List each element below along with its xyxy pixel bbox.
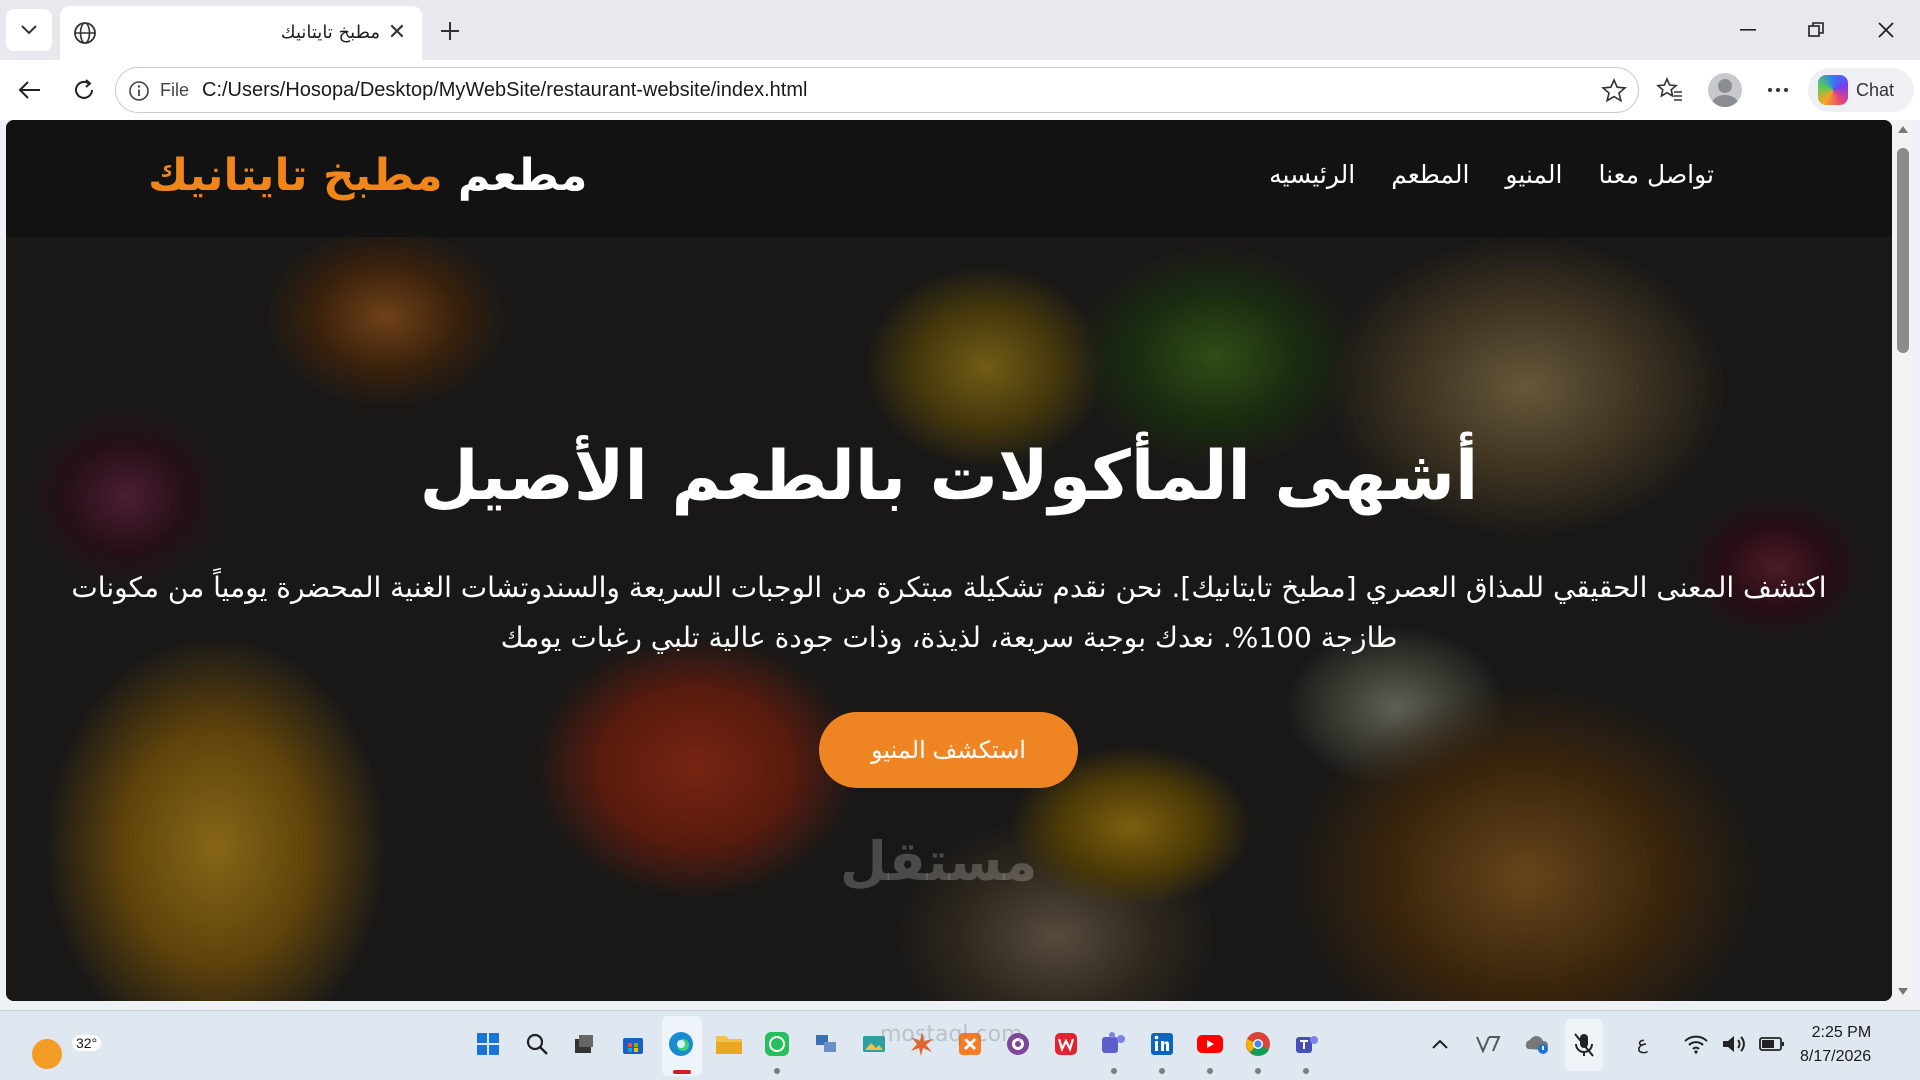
weather-widget[interactable]: 32° [28, 1025, 102, 1069]
nav-link-contact[interactable]: تواصل معنا [1598, 160, 1714, 189]
more-options-button[interactable] [1758, 70, 1798, 110]
microphone-muted-icon [1574, 1033, 1594, 1057]
hero-title: أشهى المأكولات بالطعم الأصيل [419, 437, 1479, 516]
new-tab-button[interactable] [432, 14, 468, 48]
teams-classic-running-dot [1303, 1068, 1309, 1074]
youtube-running-dot [1207, 1068, 1213, 1074]
favorites-list-icon [1656, 77, 1682, 101]
globe-icon [74, 22, 96, 44]
teams-classic-icon[interactable] [1290, 1028, 1322, 1060]
teams-running-dot [1111, 1068, 1117, 1074]
search-icon[interactable] [521, 1028, 553, 1060]
windows-start-icon[interactable] [472, 1028, 504, 1060]
microphone-muted-button[interactable] [1565, 1019, 1603, 1071]
copilot-icon [1818, 75, 1848, 105]
copilot-chat-label: Chat [1856, 79, 1895, 100]
reload-button[interactable] [64, 70, 104, 110]
address-scheme-label: File [160, 80, 190, 100]
reload-icon [75, 79, 93, 99]
close-icon [1878, 22, 1894, 38]
chrome-running-dot [1255, 1068, 1261, 1074]
sun-icon [32, 1039, 62, 1069]
site-nav: الرئيسيه المطعم المنيو تواصل معنا [1269, 160, 1714, 189]
site-header: مطعم مطبخ تايتانيك الرئيسيه المطعم المني… [6, 120, 1892, 237]
tab-list-button[interactable] [6, 9, 52, 51]
logo-part-white: مطعم [457, 150, 588, 201]
browser-toolbar: File C:/Users/Hosopa/Desktop/MyWebSite/r… [0, 60, 1920, 120]
favorite-star-icon[interactable] [1600, 77, 1628, 105]
onedrive-status-icon[interactable] [1520, 1028, 1552, 1060]
nav-link-menu[interactable]: المنيو [1505, 160, 1562, 189]
teams-icon[interactable] [1098, 1028, 1130, 1060]
minimize-icon [1740, 29, 1756, 31]
site-logo[interactable]: مطعم مطبخ تايتانيك [148, 150, 587, 201]
copilot-chat-button[interactable]: Chat [1808, 68, 1914, 112]
mostaql-watermark-url: mostaql.com [880, 1022, 1023, 1047]
minimize-button[interactable] [1723, 10, 1773, 50]
edge-active-indicator [673, 1070, 691, 1074]
whatsapp-running-dot [774, 1068, 780, 1074]
avatar-body [1712, 95, 1738, 107]
browser-tabstrip: مطبخ تايتانيك ✕ [0, 0, 1920, 60]
clock-date: 8/17/2026 [1800, 1048, 1872, 1065]
logo-part-orange: مطبخ تايتانيك [148, 150, 443, 201]
tab-close-icon[interactable]: ✕ [384, 19, 410, 45]
nav-link-restaurant[interactable]: المطعم [1391, 160, 1469, 189]
hero-description: اكتشف المعنى الحقيقي للمذاق العصري [مطبخ… [71, 571, 1827, 654]
explore-menu-button[interactable]: استكشف المنيو [819, 712, 1078, 788]
address-bar[interactable]: File C:/Users/Hosopa/Desktop/MyWebSite/r… [115, 67, 1639, 113]
close-window-button[interactable] [1861, 10, 1911, 50]
tray-app-icon[interactable] [1472, 1028, 1504, 1060]
clock-time: 2:25 PM [1811, 1024, 1872, 1041]
chevron-down-icon [21, 25, 37, 35]
network-app-icon[interactable] [810, 1028, 842, 1060]
input-language-indicator[interactable]: ع [1637, 1033, 1648, 1054]
taskbar-clock[interactable]: 2:25 PM 8/17/2026 [1800, 1021, 1871, 1069]
profile-avatar[interactable] [1708, 73, 1742, 107]
mostaql-watermark: مستقل [840, 830, 1038, 893]
edge-icon[interactable] [665, 1028, 697, 1060]
volume-icon[interactable] [1718, 1028, 1750, 1060]
tray-overflow-chevron-icon[interactable] [1424, 1028, 1456, 1060]
microsoft-store-icon[interactable] [617, 1028, 649, 1060]
wifi-icon[interactable] [1680, 1028, 1712, 1060]
browser-tab[interactable]: مطبخ تايتانيك ✕ [60, 6, 422, 60]
avatar-head [1718, 79, 1732, 93]
chrome-icon[interactable] [1242, 1028, 1274, 1060]
whatsapp-icon[interactable] [761, 1028, 793, 1060]
favorites-button[interactable] [1650, 70, 1690, 110]
file-explorer-icon[interactable] [713, 1028, 745, 1060]
linkedin-icon[interactable] [1146, 1028, 1178, 1060]
battery-icon[interactable] [1756, 1028, 1788, 1060]
wps-office-icon[interactable] [1050, 1028, 1082, 1060]
task-view-icon[interactable] [568, 1028, 600, 1060]
arrow-left-icon [18, 81, 40, 99]
restore-button[interactable] [1791, 10, 1841, 50]
scroll-down-arrow-icon[interactable] [1897, 987, 1909, 997]
youtube-icon[interactable] [1194, 1028, 1226, 1060]
nav-link-home[interactable]: الرئيسيه [1269, 160, 1355, 189]
back-button[interactable] [10, 70, 50, 110]
more-horizontal-icon [1768, 88, 1788, 92]
linkedin-running-dot [1159, 1068, 1165, 1074]
restore-icon [1808, 22, 1824, 37]
address-url[interactable]: C:/Users/Hosopa/Desktop/MyWebSite/restau… [202, 79, 807, 102]
weather-temperature: 32° [72, 1035, 102, 1051]
page-scrollbar[interactable] [1892, 120, 1914, 1001]
tab-title: مطبخ تايتانيك [280, 22, 380, 43]
scroll-up-arrow-icon[interactable] [1897, 124, 1909, 134]
info-icon[interactable] [127, 79, 151, 103]
plus-icon [441, 22, 459, 40]
scroll-thumb[interactable] [1897, 148, 1909, 353]
